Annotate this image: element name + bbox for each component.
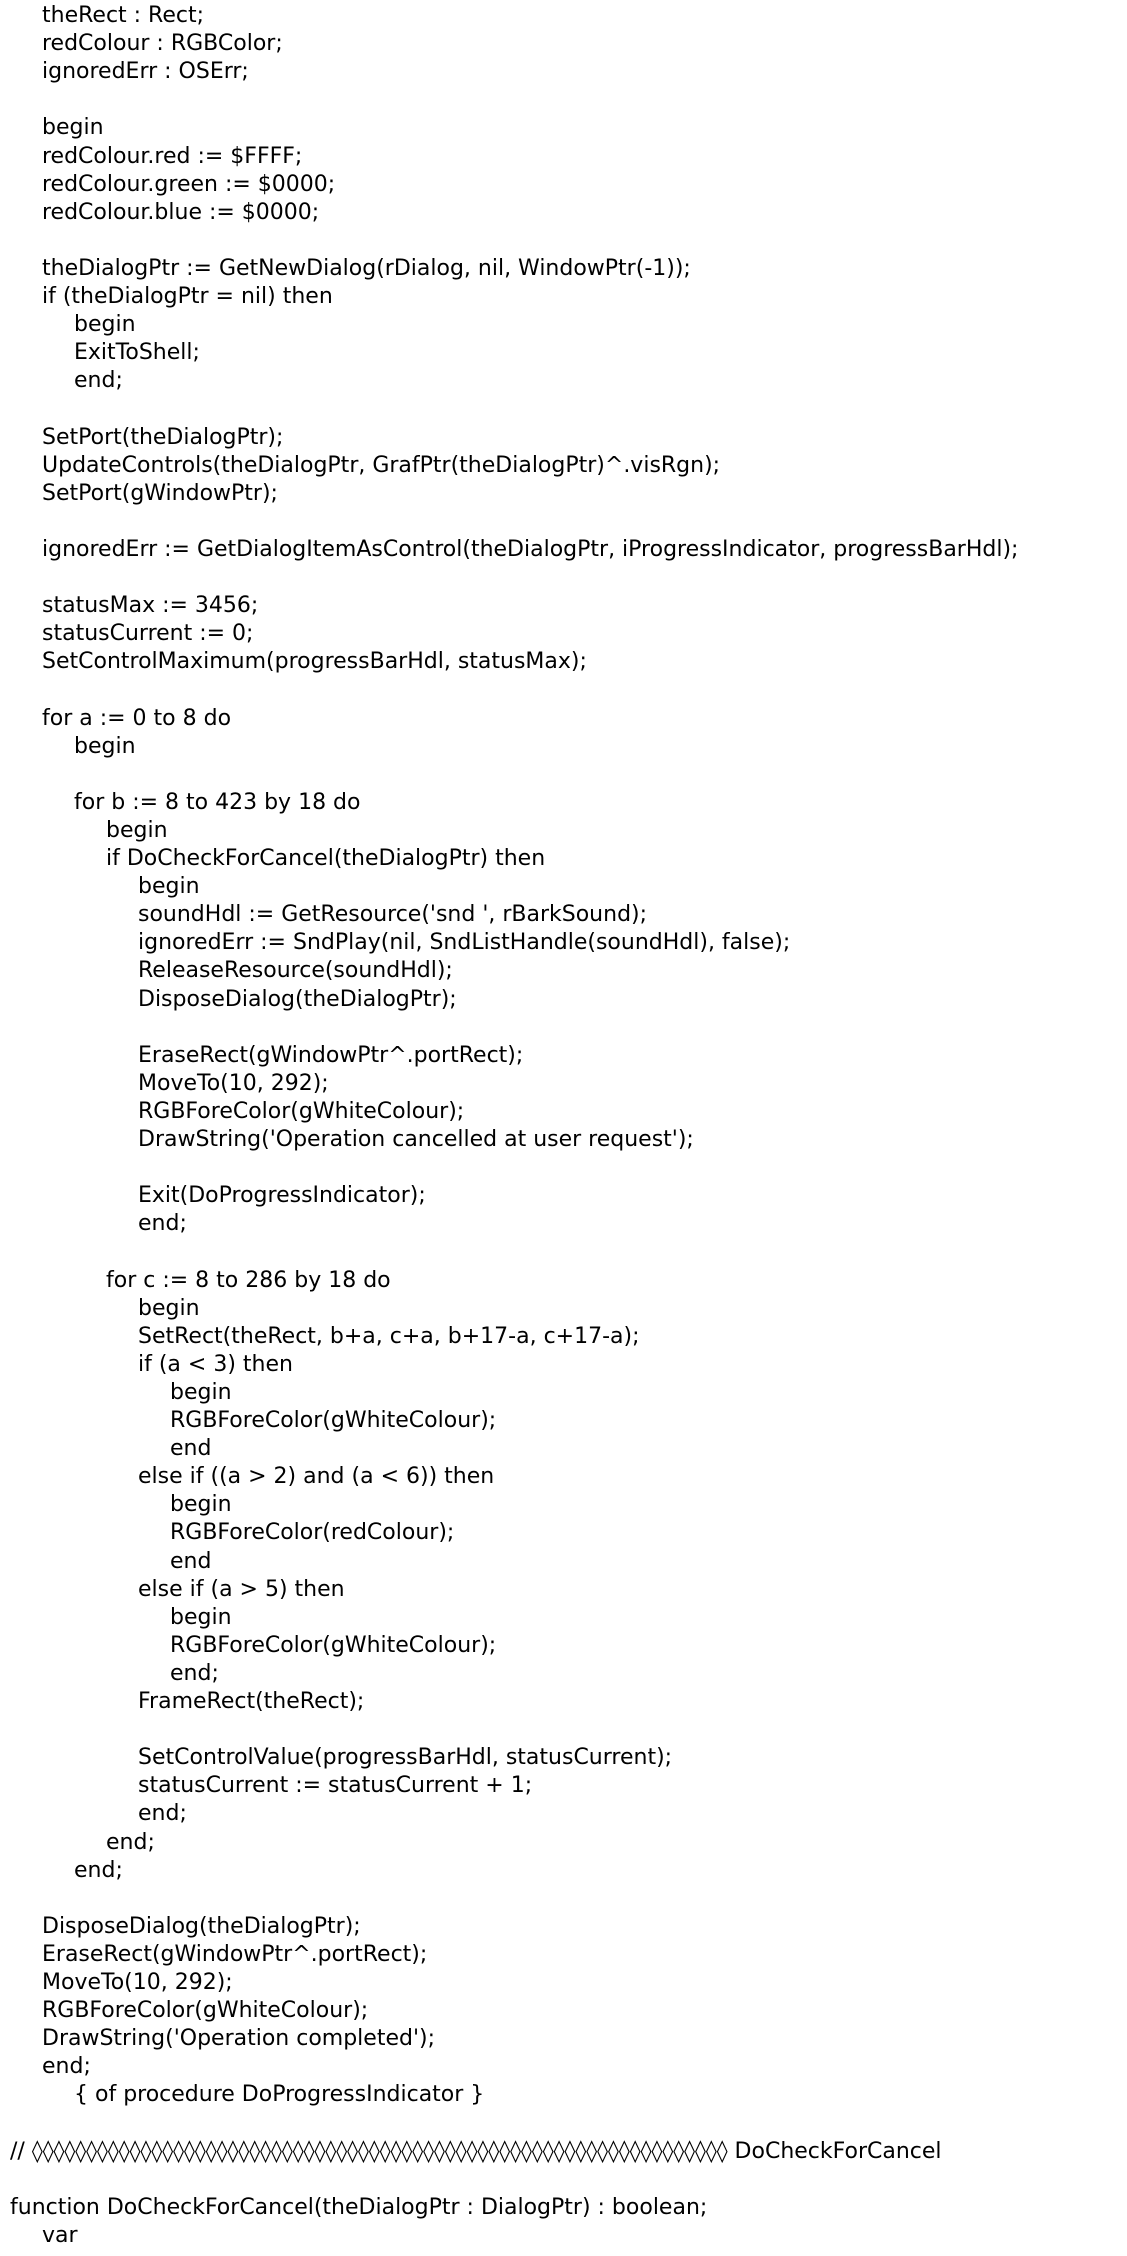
code-line: begin	[74, 312, 136, 338]
code-line: { of procedure DoProgressIndicator }	[74, 2082, 485, 2108]
code-line: SetControlValue(progressBarHdl, statusCu…	[138, 1745, 673, 1771]
code-line: // ◊◊◊◊◊◊◊◊◊◊◊◊◊◊◊◊◊◊◊◊◊◊◊◊◊◊◊◊◊◊◊◊◊◊◊◊◊…	[10, 2138, 942, 2164]
code-line: end	[170, 1548, 212, 1574]
code-line: ReleaseResource(soundHdl);	[138, 958, 453, 984]
code-line: for a := 0 to 8 do	[42, 705, 232, 731]
code-line: begin	[42, 115, 104, 141]
code-line: if (theDialogPtr = nil) then	[42, 284, 333, 309]
code-line: RGBForeColor(gWhiteColour);	[138, 1098, 465, 1124]
code-line: soundHdl := GetResource('snd ', rBarkSou…	[138, 902, 648, 928]
code-line: MoveTo(10, 292);	[42, 1970, 233, 1995]
code-line: begin	[106, 817, 168, 843]
code-line: begin	[138, 1295, 200, 1321]
code-line: end;	[74, 368, 123, 394]
code-line: ignoredErr : OSErr;	[42, 59, 249, 85]
code-line: var	[42, 2222, 78, 2248]
code-line: begin	[170, 1604, 232, 1630]
code-line: else if (a > 5) then	[138, 1576, 345, 1602]
code-line: for c := 8 to 286 by 18 do	[106, 1267, 391, 1293]
code-line: begin	[170, 1379, 232, 1405]
code-listing: theRect : Rect; redColour : RGBColor; igno…	[0, 0, 1127, 2256]
code-line: RGBForeColor(gWhiteColour);	[170, 1632, 497, 1658]
code-line: SetRect(theRect, b+a, c+a, b+17-a, c+17-…	[138, 1323, 640, 1349]
code-line: begin	[170, 1492, 232, 1518]
code-line: redColour.green := $0000;	[42, 171, 336, 197]
code-line: for b := 8 to 423 by 18 do	[74, 789, 361, 815]
code-line: end;	[138, 1211, 187, 1237]
code-line: MoveTo(10, 292);	[138, 1070, 329, 1096]
code-line: end;	[170, 1660, 219, 1686]
code-line: DisposeDialog(theDialogPtr);	[42, 1913, 361, 1939]
code-line: end;	[42, 2054, 91, 2080]
code-line: UpdateControls(theDialogPtr, GrafPtr(the…	[42, 452, 721, 478]
code-line: DrawString('Operation completed');	[42, 2026, 435, 2052]
code-line: DisposeDialog(theDialogPtr);	[138, 986, 457, 1012]
code-line: redColour.blue := $0000;	[42, 199, 320, 225]
code-line: theDialogPtr := GetNewDialog(rDialog, ni…	[42, 255, 691, 281]
code-line: RGBForeColor(gWhiteColour);	[170, 1408, 497, 1433]
code-line: SetControlMaximum(progressBarHdl, status…	[42, 649, 587, 675]
code-line: EraseRect(gWindowPtr^.portRect);	[42, 1941, 428, 1967]
code-line: begin	[138, 874, 200, 900]
code-line: Exit(DoProgressIndicator);	[138, 1183, 426, 1209]
code-line: end;	[106, 1829, 155, 1855]
code-line: redColour.red := $FFFF;	[42, 143, 303, 169]
code-line: statusMax := 3456;	[42, 593, 259, 619]
code-line: SetPort(gWindowPtr);	[42, 480, 278, 506]
code-line: if DoCheckForCancel(theDialogPtr) then	[106, 846, 546, 871]
code-line: end;	[138, 1801, 187, 1827]
code-line: EraseRect(gWindowPtr^.portRect);	[138, 1042, 524, 1068]
code-line: ExitToShell;	[74, 340, 200, 366]
code-line: end;	[74, 1857, 123, 1883]
code-line: statusCurrent := statusCurrent + 1;	[138, 1773, 533, 1799]
code-line: statusCurrent := 0;	[42, 621, 254, 647]
code-line: function DoCheckForCancel(theDialogPtr :…	[10, 2194, 708, 2220]
code-line: RGBForeColor(gWhiteColour);	[42, 1998, 369, 2024]
code-line: ignoredErr := GetDialogItemAsControl(the…	[42, 536, 1019, 562]
code-line: end	[170, 1436, 212, 1462]
code-line: theRect : Rect;	[42, 3, 205, 28]
code-line: else if ((a > 2) and (a < 6)) then	[138, 1464, 495, 1490]
code-line: RGBForeColor(redColour);	[170, 1520, 455, 1546]
code-line: begin	[74, 733, 136, 759]
code-line: DrawString('Operation cancelled at user …	[138, 1127, 694, 1152]
code-line: ignoredErr := SndPlay(nil, SndListHandle…	[138, 930, 791, 956]
code-line: redColour : RGBColor;	[42, 31, 283, 57]
code-line: FrameRect(theRect);	[138, 1689, 365, 1714]
code-line: SetPort(theDialogPtr);	[42, 424, 284, 450]
code-line: if (a < 3) then	[138, 1351, 293, 1377]
